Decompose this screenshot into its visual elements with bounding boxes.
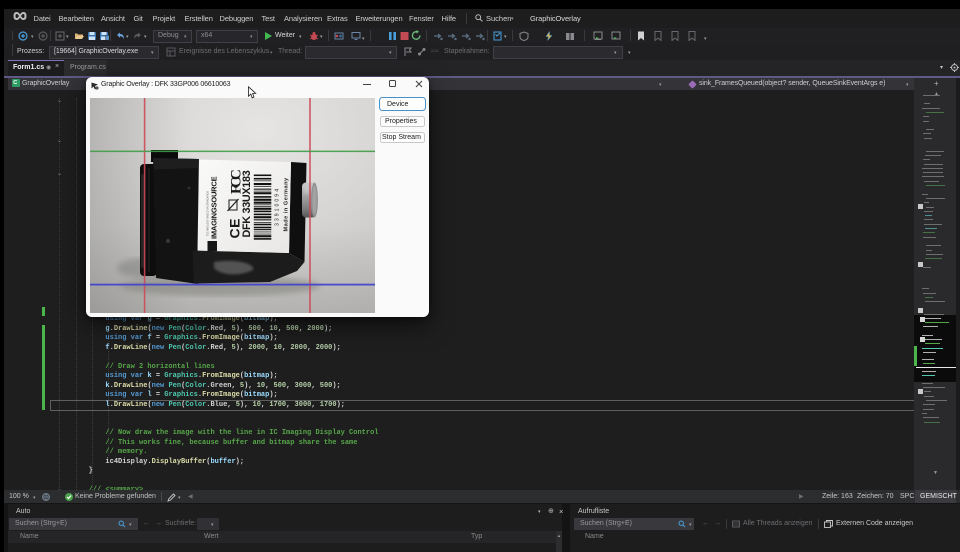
svg-text:TECHNOLOGY BASED ON STANDARDS: TECHNOLOGY BASED ON STANDARDS bbox=[207, 191, 210, 236]
svg-text:Made in Germany: Made in Germany bbox=[284, 177, 290, 232]
svg-text:33910094: 33910094 bbox=[275, 187, 281, 226]
svg-text:IMAGINGSOURCE: IMAGINGSOURCE bbox=[210, 176, 219, 239]
svg-text:DFK 33UX183: DFK 33UX183 bbox=[241, 170, 253, 237]
